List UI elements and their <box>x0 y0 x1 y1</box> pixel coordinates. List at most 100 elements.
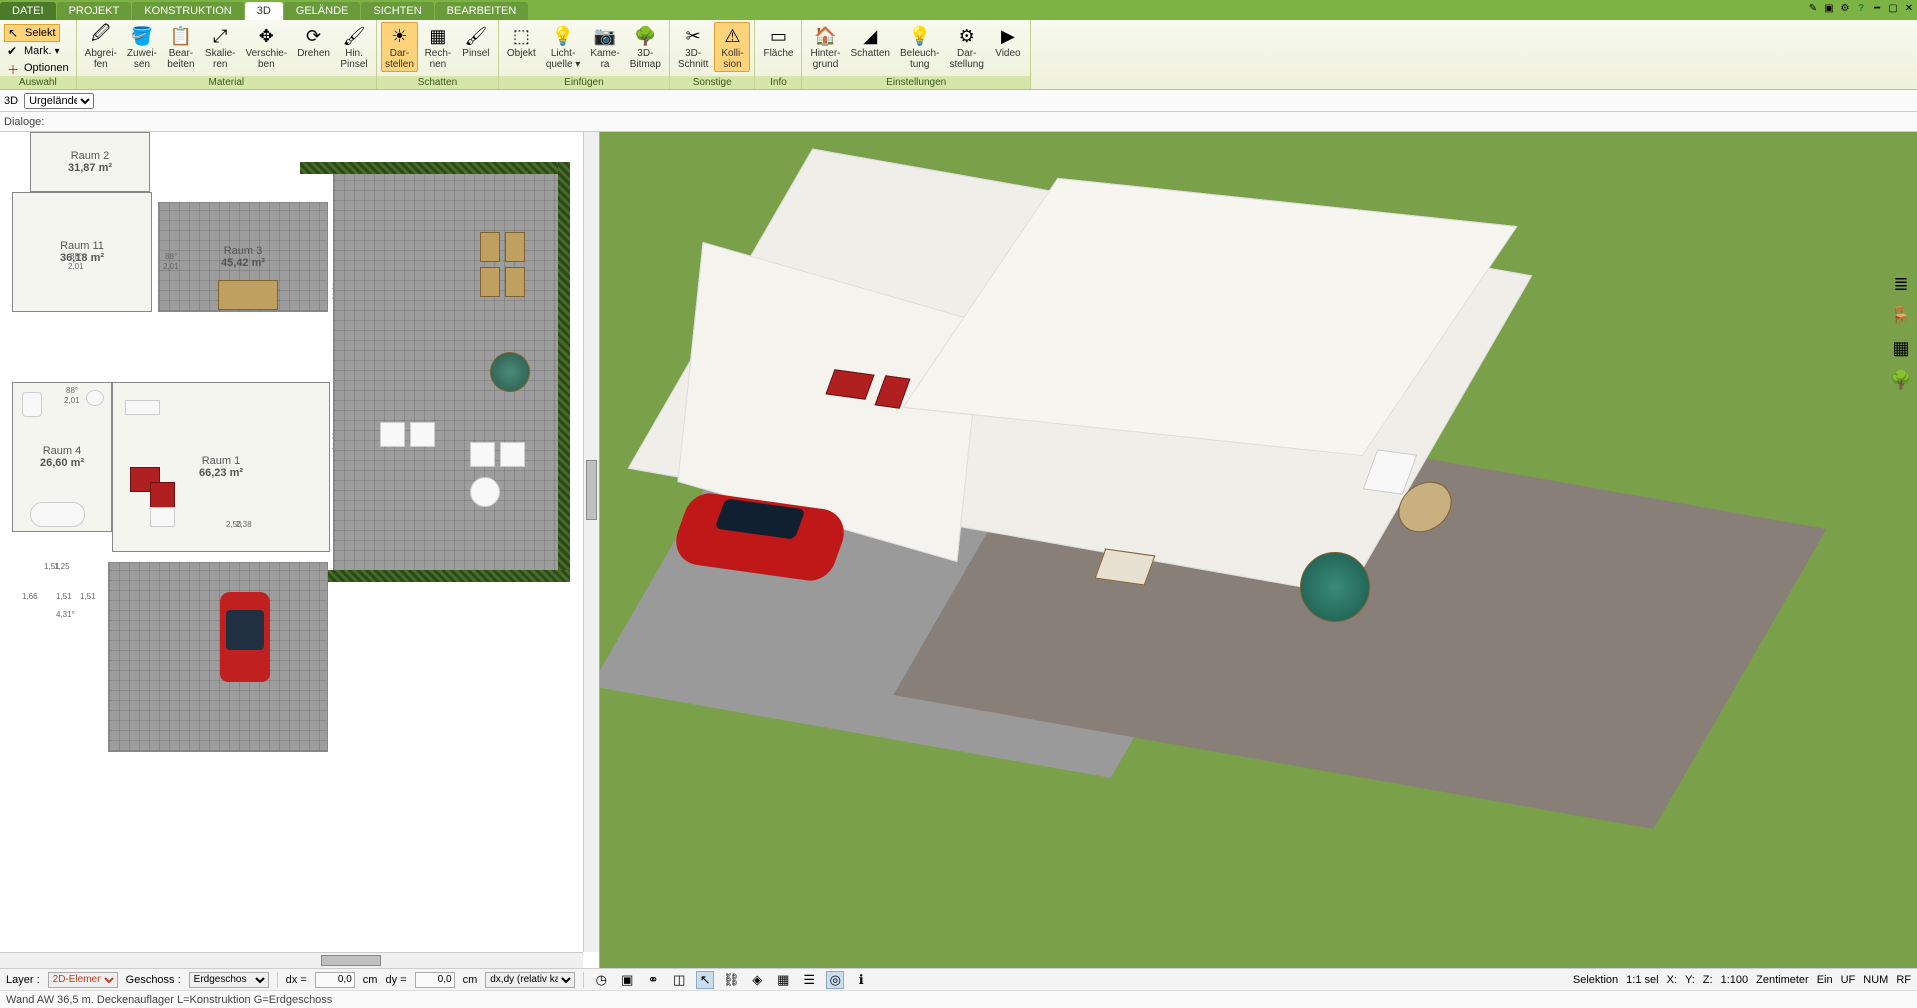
skalieren-button[interactable]: ⤢Skalie- ren <box>201 22 240 72</box>
button-label: Video <box>995 48 1020 59</box>
minimize-icon[interactable]: ━ <box>1869 0 1885 16</box>
car-2d <box>220 592 270 682</box>
options-button[interactable]: ＋Optionen <box>4 60 72 76</box>
group-label: Einfügen <box>499 76 669 89</box>
view-3d[interactable] <box>600 132 1917 968</box>
tool-chain-icon[interactable]: ⛓ <box>722 971 740 989</box>
help-icon[interactable]: ? <box>1853 0 1869 16</box>
tool-arrow-icon[interactable]: ↖ <box>696 971 714 989</box>
room[interactable]: Raum 231,87 m² <box>30 132 150 192</box>
darstellen-button[interactable]: ☀Dar- stellen <box>381 22 418 72</box>
button-label: Skalie- ren <box>205 48 236 70</box>
layer-label: Layer : <box>6 974 40 986</box>
beleuchtung-button[interactable]: 💡Beleuch- tung <box>896 22 943 72</box>
dimension-label: 2,01 <box>64 396 80 405</box>
coord-mode-select[interactable]: dx,dy (relativ ka <box>485 972 575 988</box>
kollision-icon: ⚠ <box>720 24 744 48</box>
dimension-label: 2,01 <box>163 262 179 271</box>
tab-konstruktion[interactable]: KONSTRUKTION <box>132 2 243 20</box>
dimension-label: 88° <box>66 386 78 395</box>
tab-gelaende[interactable]: GELÄNDE <box>284 2 361 20</box>
room-area: 66,23 m² <box>199 467 243 479</box>
button-label: Kame- ra <box>590 48 619 70</box>
terrain-select[interactable]: Urgelände <box>24 93 94 109</box>
rechnen-button[interactable]: ▦Rech- nen <box>420 22 456 72</box>
pinsel-button[interactable]: 🖌Pinsel <box>458 22 494 61</box>
units-label: Zentimeter <box>1756 974 1809 986</box>
dialoge-label: Dialoge: <box>4 116 44 128</box>
plan-view-2d[interactable]: Raum 231,87 m²Raum 1136,18 m²Raum 345,42… <box>0 132 600 968</box>
tool-snap-icon[interactable]: ◫ <box>670 971 688 989</box>
tab-sichten[interactable]: SICHTEN <box>361 2 433 20</box>
hin-pinsel-button[interactable]: 🖌Hin. Pinsel <box>336 22 372 72</box>
ribbon: ↖Selekt ✔Mark. ▾ ＋Optionen Auswahl 🖉Abgr… <box>0 20 1917 90</box>
tool-layers-icon[interactable]: ◈ <box>748 971 766 989</box>
bearbeiten-button[interactable]: 📋Bear- beiten <box>163 22 199 72</box>
cursor-icon: ↖ <box>8 26 22 40</box>
maximize-icon[interactable]: ▢ <box>1885 0 1901 16</box>
furniture-icon[interactable]: 🪑 <box>1889 304 1913 328</box>
button-label: Kolli- sion <box>721 48 743 70</box>
group-label: Schatten <box>377 76 498 89</box>
drehen-button[interactable]: ⟳Drehen <box>293 22 334 61</box>
flaeche-icon: ▭ <box>766 24 790 48</box>
button-label: Beleuch- tung <box>900 48 939 70</box>
3d-bitmap-button[interactable]: 🌳3D- Bitmap <box>626 22 665 72</box>
group-label: Einstellungen <box>802 76 1029 89</box>
mode-label: 3D <box>4 95 18 107</box>
room-name: Raum 11 <box>60 240 104 252</box>
tool-clock-icon[interactable]: ◷ <box>592 971 610 989</box>
dx-input[interactable] <box>315 972 355 988</box>
tool-target-icon[interactable]: ◎ <box>826 971 844 989</box>
close-icon[interactable]: ✕ <box>1901 0 1917 16</box>
verschieben-button[interactable]: ✥Verschie- ben <box>242 22 292 72</box>
tab-projekt[interactable]: PROJEKT <box>57 2 132 20</box>
unit-label: cm <box>463 974 478 986</box>
tool-icon[interactable]: ▣ <box>1821 0 1837 16</box>
main-tabs: DATEI PROJEKT KONSTRUKTION 3D GELÄNDE SI… <box>0 0 1917 20</box>
button-label: Objekt <box>507 48 536 59</box>
3d-schnitt-button[interactable]: ✂3D- Schnitt <box>674 22 713 72</box>
materials-icon[interactable]: ▦ <box>1889 336 1913 360</box>
video-button[interactable]: ▶Video <box>990 22 1026 61</box>
scrollbar-vertical[interactable] <box>583 132 599 952</box>
darstellen-icon: ☀ <box>387 24 411 48</box>
zuweisen-button[interactable]: 🪣Zuwei- sen <box>123 22 161 72</box>
selektion-label: Selektion <box>1573 974 1618 986</box>
tool-grid-icon[interactable]: ▦ <box>774 971 792 989</box>
lichtquelle-icon: 💡 <box>551 24 575 48</box>
hintergrund-button[interactable]: 🏠Hinter- grund <box>806 22 844 72</box>
darstellung-icon: ⚙ <box>955 24 979 48</box>
tool-info-icon[interactable]: ℹ <box>852 971 870 989</box>
dimension-label: 2,01 <box>68 262 84 271</box>
abgreifen-button[interactable]: 🖉Abgrei- fen <box>81 22 121 72</box>
tab-bearbeiten[interactable]: BEARBEITEN <box>435 2 529 20</box>
beleuchtung-icon: 💡 <box>908 24 932 48</box>
dimension-label: 2,38 <box>236 520 252 529</box>
uf-label: UF <box>1841 974 1856 986</box>
objekt-button[interactable]: ⬚Objekt <box>503 22 540 61</box>
mark-button[interactable]: ✔Mark. ▾ <box>4 43 63 59</box>
button-label: Fläche <box>763 48 793 59</box>
tool-icon[interactable]: ✎ <box>1805 0 1821 16</box>
layers-icon[interactable]: ≣ <box>1889 272 1913 296</box>
darstellung-button[interactable]: ⚙Dar- stellung <box>945 22 987 72</box>
flaeche-button[interactable]: ▭Fläche <box>759 22 797 61</box>
select-button[interactable]: ↖Selekt <box>4 24 60 42</box>
layer-select[interactable]: 2D-Elemen <box>48 972 118 988</box>
plants-icon[interactable]: 🌳 <box>1889 368 1913 392</box>
kollision-button[interactable]: ⚠Kolli- sion <box>714 22 750 72</box>
3d-bitmap-icon: 🌳 <box>633 24 657 48</box>
lichtquelle-button[interactable]: 💡Licht- quelle ▾ <box>542 22 585 72</box>
schatten-button[interactable]: ◢Schatten <box>847 22 894 61</box>
tool-icon[interactable]: ⚙ <box>1837 0 1853 16</box>
tool-list-icon[interactable]: ☰ <box>800 971 818 989</box>
tool-link-icon[interactable]: ⚭ <box>644 971 662 989</box>
kamera-button[interactable]: 📷Kame- ra <box>586 22 623 72</box>
dy-input[interactable] <box>415 972 455 988</box>
tab-3d[interactable]: 3D <box>245 2 283 20</box>
geschoss-select[interactable]: Erdgeschos <box>189 972 269 988</box>
tab-datei[interactable]: DATEI <box>0 2 56 20</box>
tool-monitor-icon[interactable]: ▣ <box>618 971 636 989</box>
scrollbar-horizontal[interactable] <box>0 952 583 968</box>
